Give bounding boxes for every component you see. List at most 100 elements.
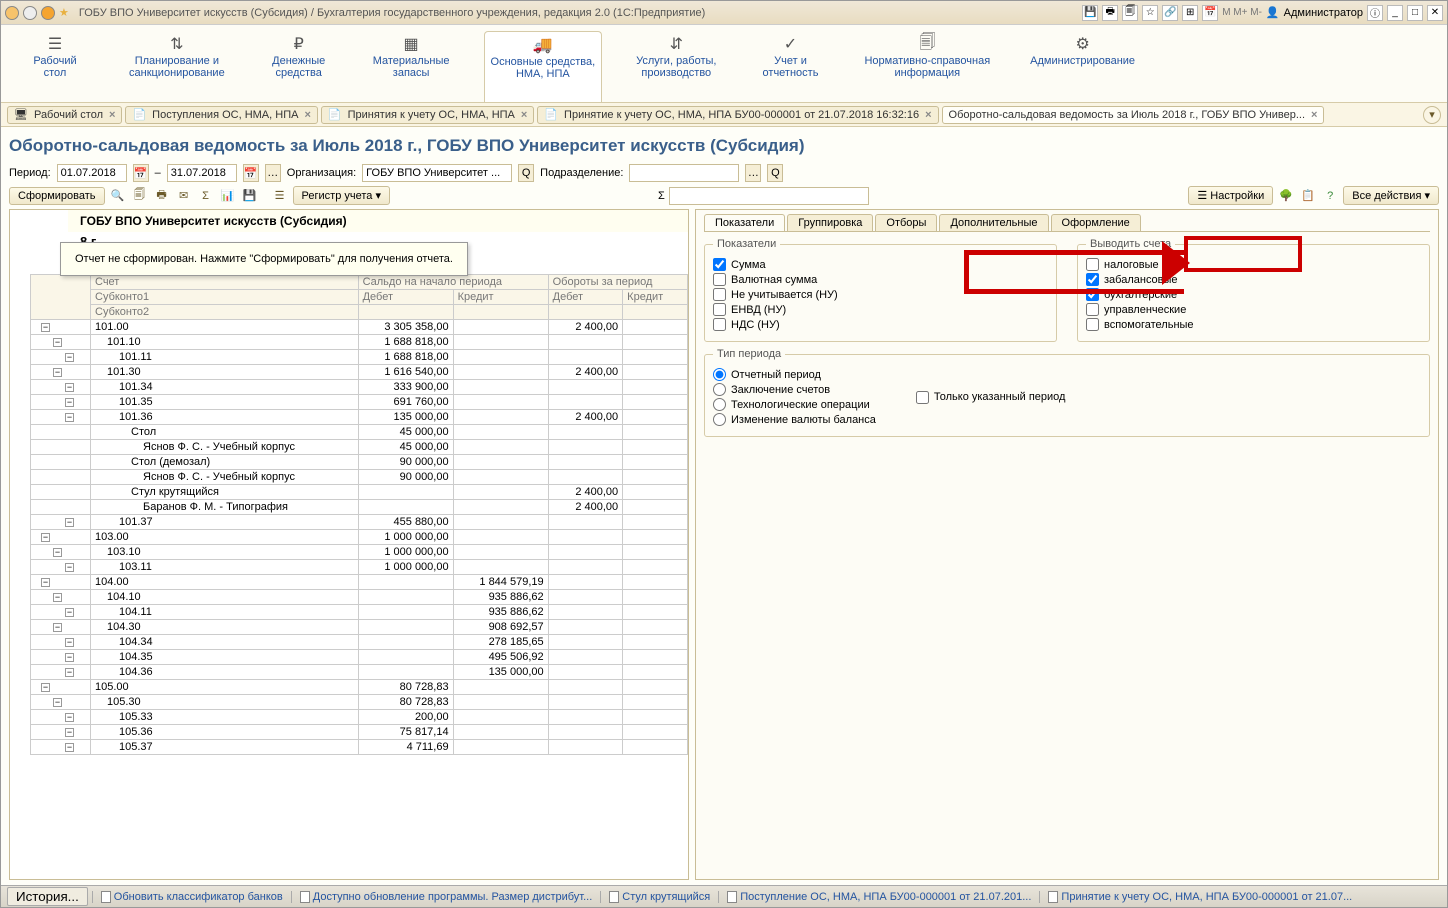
tree-toggle[interactable]: − — [65, 398, 74, 407]
tree-toggle[interactable]: − — [41, 578, 50, 587]
star-icon[interactable]: ☆ — [1142, 5, 1158, 21]
date-to-input[interactable] — [167, 164, 237, 182]
tree-toggle[interactable]: − — [65, 743, 74, 752]
period-type-radio[interactable]: Изменение валюты баланса — [713, 413, 876, 426]
table-row[interactable]: −101.101 688 818,00 — [31, 335, 688, 350]
tree-toggle[interactable]: − — [41, 533, 50, 542]
chart-icon[interactable]: 📊 — [219, 187, 237, 205]
nav-item[interactable]: ₽Денежныесредства — [259, 31, 339, 102]
calc-icon[interactable]: ⊞ — [1182, 5, 1198, 21]
table-row[interactable]: Стол45 000,00 — [31, 425, 688, 440]
ellipsis-button[interactable]: … — [265, 164, 281, 182]
history-button[interactable]: История... — [7, 887, 88, 906]
tree-toggle[interactable]: − — [65, 668, 74, 677]
doc-icon[interactable]: 🗐 — [1122, 5, 1138, 21]
print-icon[interactable]: 🖶 — [1102, 5, 1118, 21]
nav-item[interactable]: ⚙Администрирование — [1024, 31, 1141, 102]
help-icon[interactable]: ? — [1321, 187, 1339, 205]
document-tab[interactable]: 📄Поступления ОС, НМА, НПА× — [125, 106, 317, 124]
org-input[interactable] — [362, 164, 512, 182]
period-type-radio[interactable]: Отчетный период — [713, 368, 876, 381]
tree-toggle[interactable]: − — [53, 593, 62, 602]
calendar-icon[interactable]: 📅 — [1202, 5, 1218, 21]
table-row[interactable]: −104.34278 185,65 — [31, 635, 688, 650]
filter-icon[interactable]: 📋 — [1299, 187, 1317, 205]
m-group[interactable]: M M+ M- — [1222, 7, 1262, 18]
table-row[interactable]: Стол (демозал)90 000,00 — [31, 455, 688, 470]
close-tab-icon[interactable]: × — [925, 109, 931, 121]
sum-icon[interactable]: Σ — [197, 187, 215, 205]
tree-toggle[interactable]: − — [65, 728, 74, 737]
close-icon[interactable]: ✕ — [1427, 5, 1443, 21]
win-btn[interactable] — [23, 6, 37, 20]
document-tab[interactable]: Оборотно-сальдовая ведомость за Июль 201… — [942, 106, 1325, 124]
account-checkbox[interactable]: управленческие — [1086, 303, 1421, 316]
info-icon[interactable]: ⓘ — [1367, 5, 1383, 21]
table-row[interactable]: −104.30908 692,57 — [31, 620, 688, 635]
print-icon[interactable]: 🖶 — [153, 187, 171, 205]
tree-toggle[interactable]: − — [65, 413, 74, 422]
calendar-icon[interactable]: 📅 — [133, 164, 149, 182]
dropdown-icon[interactable]: ▾ — [1423, 106, 1441, 124]
form-report-button[interactable]: Сформировать — [9, 187, 105, 205]
status-item[interactable]: Поступление ОС, НМА, НПА БУ00-000001 от … — [718, 891, 1039, 903]
table-row[interactable]: −101.35691 760,00 — [31, 395, 688, 410]
table-row[interactable]: −105.374 711,69 — [31, 740, 688, 755]
period-type-radio[interactable]: Заключение счетов — [713, 383, 876, 396]
nav-item[interactable]: 🗐Нормативно-справочнаяинформация — [858, 31, 996, 102]
table-row[interactable]: −105.3675 817,14 — [31, 725, 688, 740]
table-row[interactable]: −105.33200,00 — [31, 710, 688, 725]
table-row[interactable]: −105.0080 728,83 — [31, 680, 688, 695]
document-tab[interactable]: 🖥Рабочий стол× — [7, 106, 122, 124]
win-btn[interactable] — [41, 6, 55, 20]
sum-input[interactable] — [669, 187, 869, 205]
table-row[interactable]: −101.111 688 818,00 — [31, 350, 688, 365]
nav-item[interactable]: ✓Учет иотчетность — [750, 31, 830, 102]
tree-toggle[interactable]: − — [65, 713, 74, 722]
status-item[interactable]: Принятие к учету ОС, НМА, НПА БУ00-00000… — [1039, 891, 1360, 903]
table-row[interactable]: −105.3080 728,83 — [31, 695, 688, 710]
options-tab[interactable]: Группировка — [787, 214, 873, 231]
table-row[interactable]: −103.111 000 000,00 — [31, 560, 688, 575]
tree-toggle[interactable]: − — [65, 638, 74, 647]
document-tab[interactable]: 📄Принятие к учету ОС, НМА, НПА БУ00-0000… — [537, 106, 938, 124]
tree-toggle[interactable]: − — [65, 653, 74, 662]
zoom-icon[interactable]: 🔍 — [109, 187, 127, 205]
table-row[interactable]: −104.10935 886,62 — [31, 590, 688, 605]
table-row[interactable]: −104.35495 506,92 — [31, 650, 688, 665]
tree-toggle[interactable]: − — [65, 563, 74, 572]
star-icon[interactable]: ★ — [59, 6, 69, 19]
table-row[interactable]: −103.101 000 000,00 — [31, 545, 688, 560]
table-row[interactable]: −101.34333 900,00 — [31, 380, 688, 395]
nav-item[interactable]: ⇅Планирование исанкционирование — [123, 31, 231, 102]
search-icon[interactable]: Q — [767, 164, 783, 182]
nav-item[interactable]: ▦Материальныезапасы — [367, 31, 456, 102]
options-tab[interactable]: Отборы — [875, 214, 937, 231]
lookup-icon[interactable]: Q — [518, 164, 534, 182]
only-specified-checkbox[interactable] — [916, 391, 929, 404]
tree-icon[interactable]: 🌳 — [1277, 187, 1295, 205]
settings-button[interactable]: ☰ Настройки — [1188, 186, 1273, 205]
account-checkbox[interactable]: вспомогательные — [1086, 318, 1421, 331]
lookup-icon[interactable]: … — [745, 164, 761, 182]
table-row[interactable]: −101.37455 880,00 — [31, 515, 688, 530]
preview-icon[interactable]: 🗐 — [131, 187, 149, 205]
tree-toggle[interactable]: − — [53, 623, 62, 632]
table-row[interactable]: −104.36135 000,00 — [31, 665, 688, 680]
table-row[interactable]: −103.001 000 000,00 — [31, 530, 688, 545]
status-item[interactable]: Доступно обновление программы. Размер ди… — [291, 891, 601, 903]
table-row[interactable]: −101.003 305 358,002 400,00 — [31, 320, 688, 335]
save-icon[interactable]: 💾 — [241, 187, 259, 205]
tree-toggle[interactable]: − — [53, 548, 62, 557]
calendar-icon[interactable]: 📅 — [243, 164, 259, 182]
all-actions-button[interactable]: Все действия ▾ — [1343, 186, 1439, 205]
options-tab[interactable]: Дополнительные — [939, 214, 1048, 231]
mail-icon[interactable]: ✉ — [175, 187, 193, 205]
tree-toggle[interactable]: − — [65, 353, 74, 362]
close-tab-icon[interactable]: × — [1311, 109, 1317, 121]
status-item[interactable]: Стул крутящийся — [600, 891, 718, 903]
tree-toggle[interactable]: − — [53, 698, 62, 707]
indicator-checkbox[interactable]: НДС (НУ) — [713, 318, 1048, 331]
table-row[interactable]: −104.11935 886,62 — [31, 605, 688, 620]
close-tab-icon[interactable]: × — [304, 109, 310, 121]
